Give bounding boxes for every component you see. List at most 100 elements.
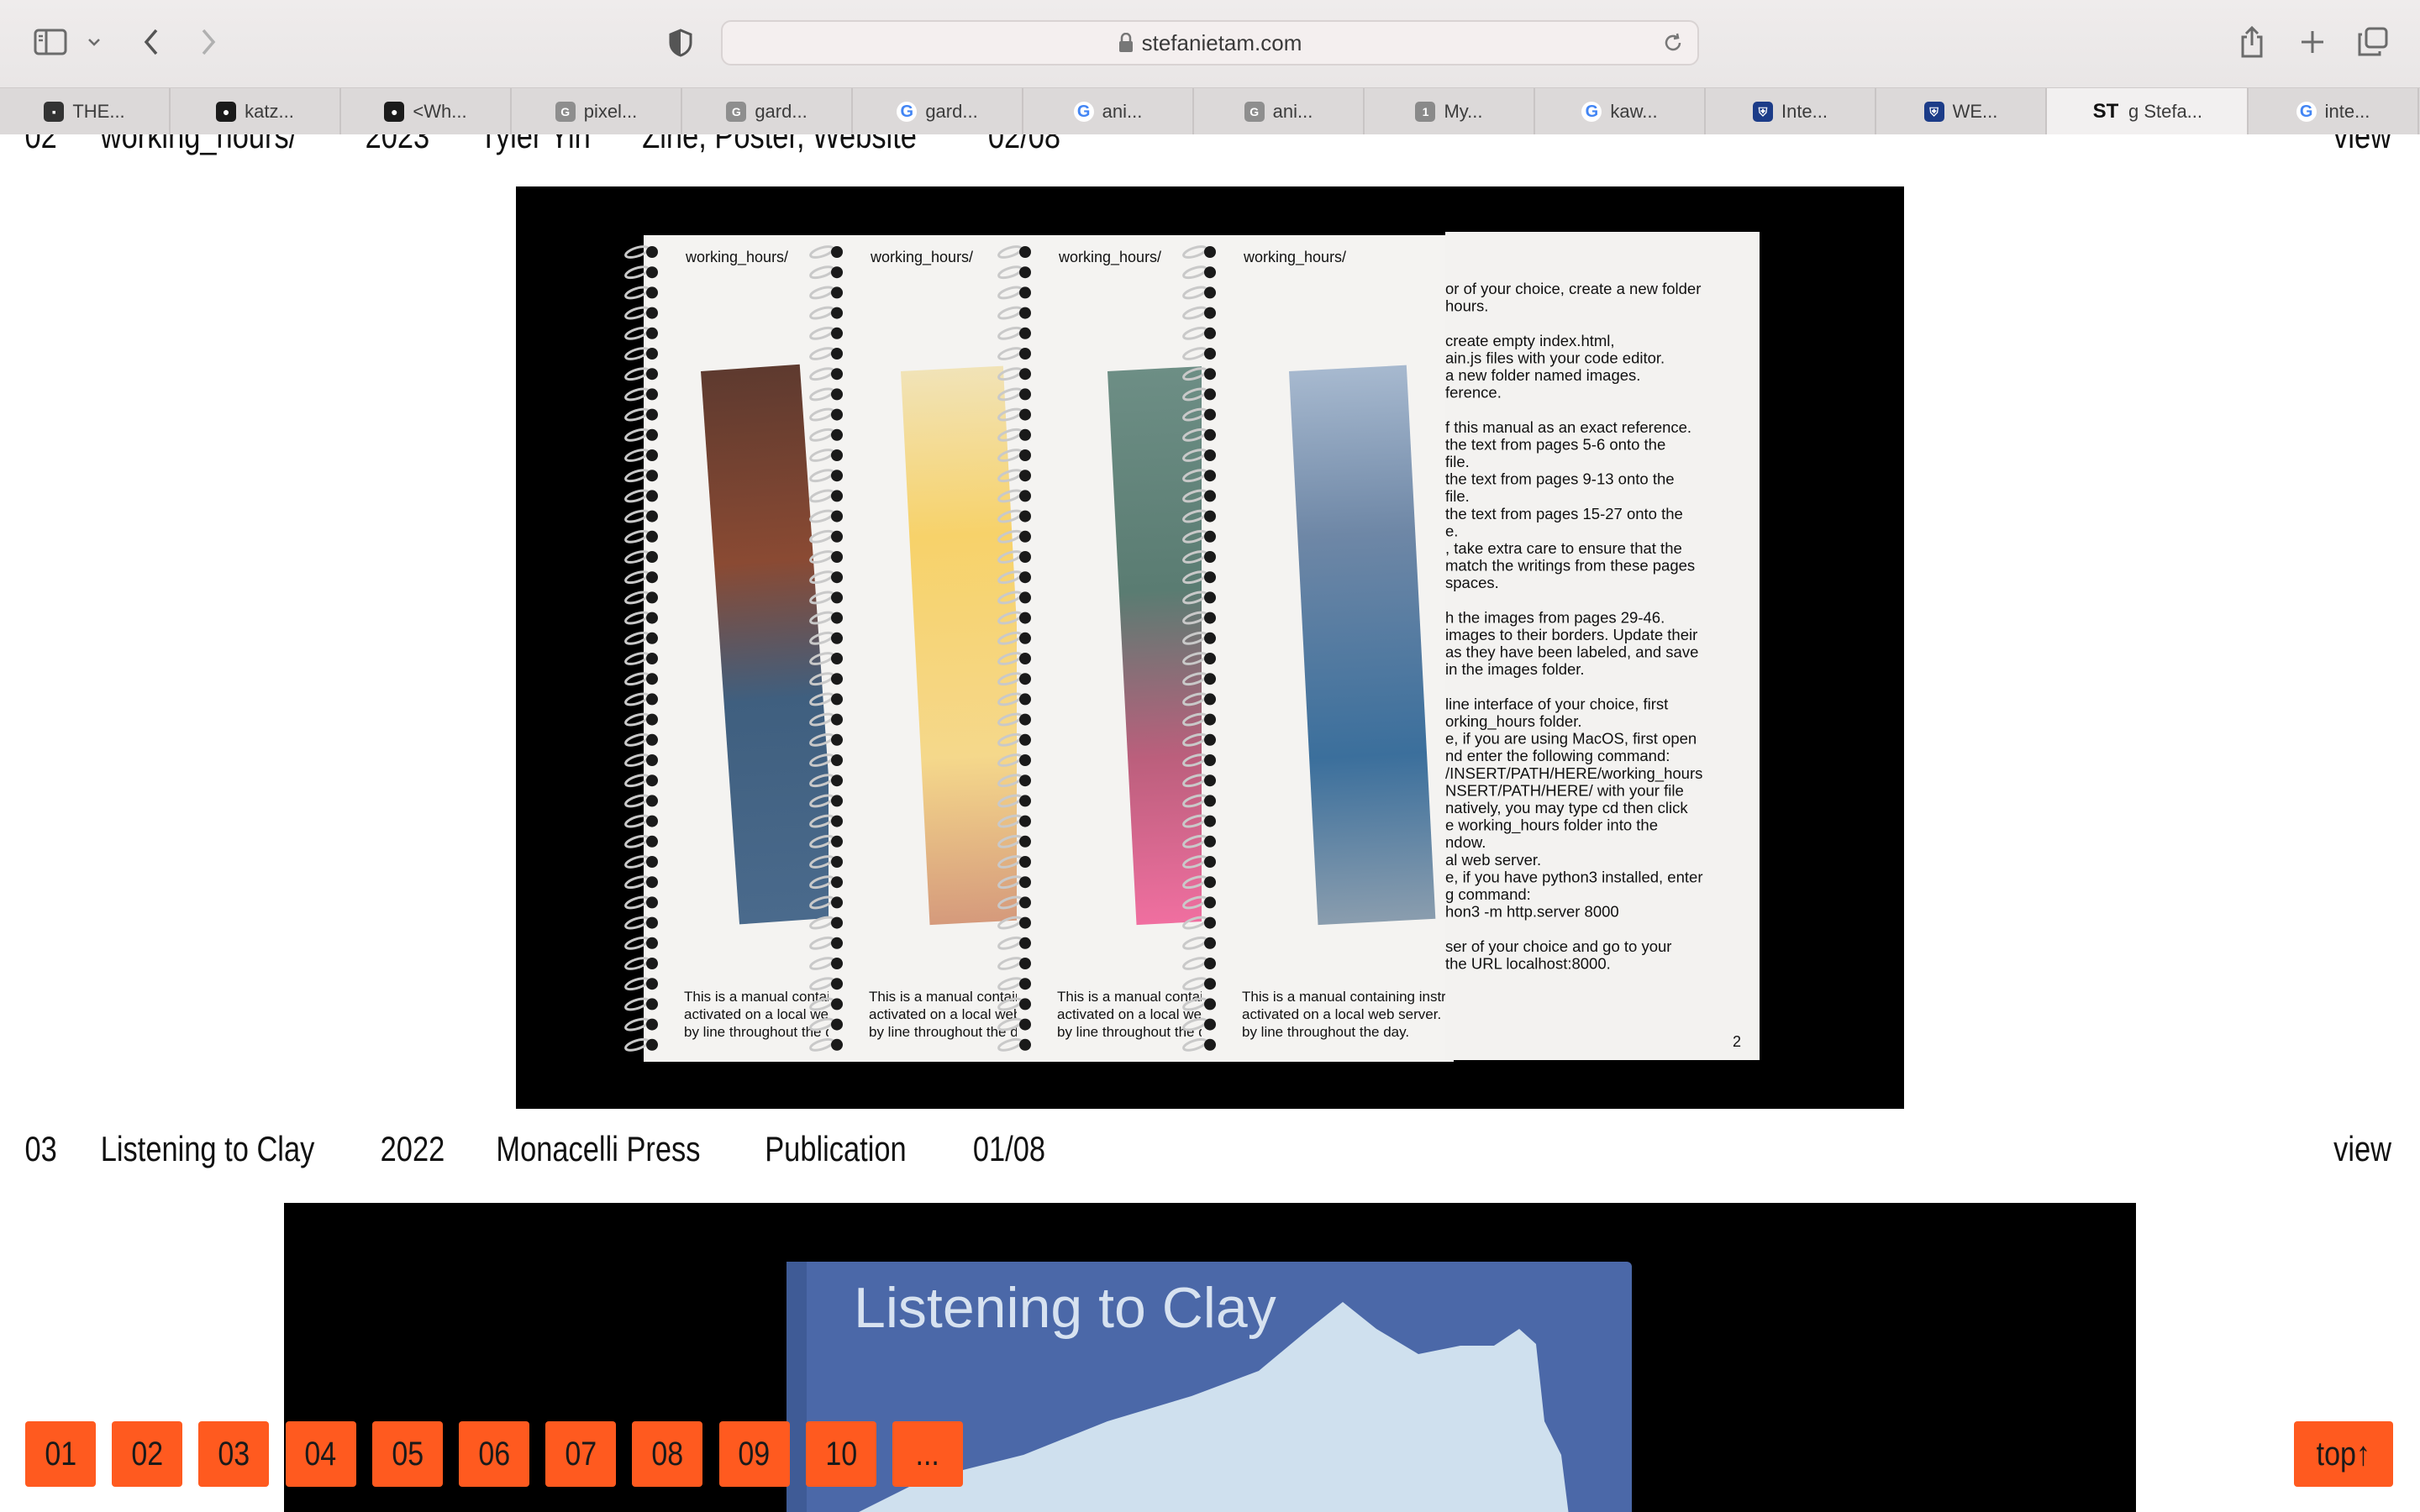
zine-instruction-line: in the images folder. (1445, 660, 1585, 678)
github-icon: ● (216, 102, 237, 122)
tab-overview-icon[interactable] (2354, 25, 2391, 59)
browser-tab[interactable]: ● katz... (171, 88, 341, 135)
nav-button[interactable]: 05 (371, 1421, 443, 1487)
book-cover-title: Listening to Clay (854, 1276, 1276, 1340)
project-type: Zine, Poster, Website (642, 134, 917, 155)
google-icon: G (897, 102, 918, 122)
browser-tab[interactable]: ST g Stefa... (2047, 88, 2249, 135)
zine-instruction-line: the text from pages 15-27 onto the (1445, 505, 1683, 522)
zine-instruction-line: /INSERT/PATH/HERE/working_hours (1445, 764, 1702, 783)
zine-instruction-line: or of your choice, create a new folder (1445, 280, 1701, 297)
project-row-02[interactable]: 02 working_hours/ 2023 Tyler Yin Zine, P… (0, 134, 1985, 166)
browser-tab[interactable]: Gani... (1023, 88, 1194, 135)
university-crest-icon: ⛨ (1923, 102, 1944, 122)
nav-button[interactable]: 06 (459, 1421, 529, 1487)
zine-instruction-line: , take extra care to ensure that the (1445, 539, 1682, 557)
view-link[interactable]: view (2333, 1129, 2391, 1169)
top-button[interactable]: top↑ (2294, 1421, 2393, 1487)
zine-instruction-line: ain.js files with your code editor. (1445, 349, 1665, 366)
zine-header: working_hours/ (1243, 249, 1346, 266)
nav-button[interactable]: 01 (25, 1421, 96, 1487)
url-text: stefanietam.com (1141, 29, 1302, 55)
nav-button[interactable]: ... (892, 1421, 963, 1487)
dark-square-icon: ▪ (44, 102, 65, 122)
nav-button-label: 03 (218, 1435, 250, 1473)
nav-button-label: 05 (391, 1435, 424, 1473)
browser-tab[interactable]: Gkaw... (1535, 88, 1706, 135)
browser-tab[interactable]: ⛨ Inte... (1706, 88, 1876, 135)
browser-tab[interactable]: Ggard... (853, 88, 1023, 135)
project-client: Tyler Yin (479, 134, 591, 155)
zine-instruction-line: orking_hours folder. (1445, 712, 1582, 731)
zine-instruction-line: natively, you may type cd then click (1445, 799, 1688, 816)
share-icon[interactable] (2235, 24, 2269, 60)
new-tab-plus-icon[interactable] (2296, 25, 2329, 59)
zine-instruction-line: as they have been labeled, and save (1445, 643, 1698, 661)
zine-instruction-line: e working_hours folder into the (1445, 816, 1658, 835)
nav-button-label: 08 (651, 1435, 684, 1473)
zine-instruction-line: e, if you have python3 installed, enter (1445, 868, 1702, 885)
zine-instruction-line: nd enter the following command: (1445, 747, 1670, 764)
web-page: 02 working_hours/ 2023 Tyler Yin Zine, P… (0, 134, 2420, 1512)
project-number: 02 (24, 134, 57, 155)
project-count: 01/08 (972, 1129, 1046, 1168)
zine-instruction-line: ference. (1445, 384, 1502, 402)
zine-instruction-line: a new folder named images. (1445, 366, 1640, 384)
back-arrow-icon[interactable] (136, 25, 166, 59)
project-client: Monacelli Press (496, 1129, 701, 1168)
project-count: 02/08 (987, 134, 1061, 155)
tab-strip: ▪ THE... ● katz... ● <Wh... Gpixel... Ggard... G… (0, 87, 2420, 136)
nav-button[interactable]: 10 (805, 1421, 876, 1487)
zine-instruction-line: ser of your choice and go to your (1445, 937, 1671, 955)
nav-button[interactable]: 02 (112, 1421, 183, 1487)
nav-button[interactable]: 08 (632, 1421, 703, 1487)
forward-arrow-icon[interactable] (193, 25, 224, 59)
nav-button[interactable]: 04 (285, 1421, 356, 1487)
browser-tab-label: gard... (755, 101, 808, 122)
browser-tab[interactable]: Gani... (1194, 88, 1365, 135)
browser-tab-label: THE... (72, 101, 125, 122)
sidebar-toggle-icon[interactable] (32, 25, 69, 59)
zine-instruction-line: f this manual as an exact reference. (1445, 418, 1691, 436)
browser-tab[interactable]: 1 My... (1365, 88, 1535, 135)
nav-button-label: ... (915, 1435, 940, 1473)
zine-instruction-line: the text from pages 9-13 onto the (1445, 470, 1675, 488)
browser-tab-label: inte... (2324, 101, 2370, 122)
address-bar[interactable]: stefanietam.com (721, 20, 1699, 66)
browser-tab[interactable]: ● <Wh... (341, 88, 512, 135)
reload-icon[interactable] (1662, 32, 1686, 55)
zine-instruction-line: hon3 -m http.server 8000 (1445, 903, 1619, 921)
nav-button[interactable]: 03 (198, 1421, 270, 1487)
google-icon: G (1073, 102, 1094, 122)
zine-instruction-line: e. (1445, 522, 1458, 539)
browser-tab[interactable]: Ggard... (682, 88, 853, 135)
browser-tab-label: katz... (245, 101, 294, 122)
zine-header: working_hours/ (1058, 249, 1161, 266)
nav-button-label: 04 (304, 1435, 337, 1473)
browser-tab[interactable]: Ginte... (2249, 88, 2419, 135)
privacy-shield-icon[interactable] (666, 27, 696, 59)
lock-icon (1118, 33, 1133, 52)
browser-tab-label: gard... (925, 101, 978, 122)
project-type: Publication (765, 1129, 907, 1168)
nav-button-label: 10 (824, 1435, 857, 1473)
zine-instruction-line: ndow. (1445, 833, 1486, 851)
browser-tab[interactable]: ▪ THE... (0, 88, 171, 135)
nav-button-label: 06 (478, 1435, 510, 1473)
google-icon: G (1581, 102, 1602, 122)
zine-instruction-line: hours. (1445, 297, 1488, 315)
nav-button[interactable]: 07 (545, 1421, 617, 1487)
browser-tab-label: ani... (1102, 101, 1143, 122)
browser-tab[interactable]: ⛨ WE... (1876, 88, 2047, 135)
zine-instruction-line: al web server. (1445, 851, 1541, 869)
browser-tab[interactable]: Gpixel... (512, 88, 682, 135)
project-image-working-hours[interactable]: working_hours/This is a manual containin… (516, 186, 1904, 1109)
zine-instruction-line: h the images from pages 29-46. (1445, 608, 1665, 626)
nav-button[interactable]: 09 (718, 1421, 790, 1487)
view-link[interactable]: view (2333, 134, 2391, 156)
chevron-down-icon[interactable] (84, 30, 104, 54)
gray-g-icon: G (726, 102, 747, 122)
browser-tab-label: My... (1444, 101, 1483, 122)
browser-tab-label: WE... (1952, 101, 1998, 122)
project-row-03[interactable]: 03 Listening to Clay 2022 Monacelli Pres… (0, 1129, 1985, 1179)
